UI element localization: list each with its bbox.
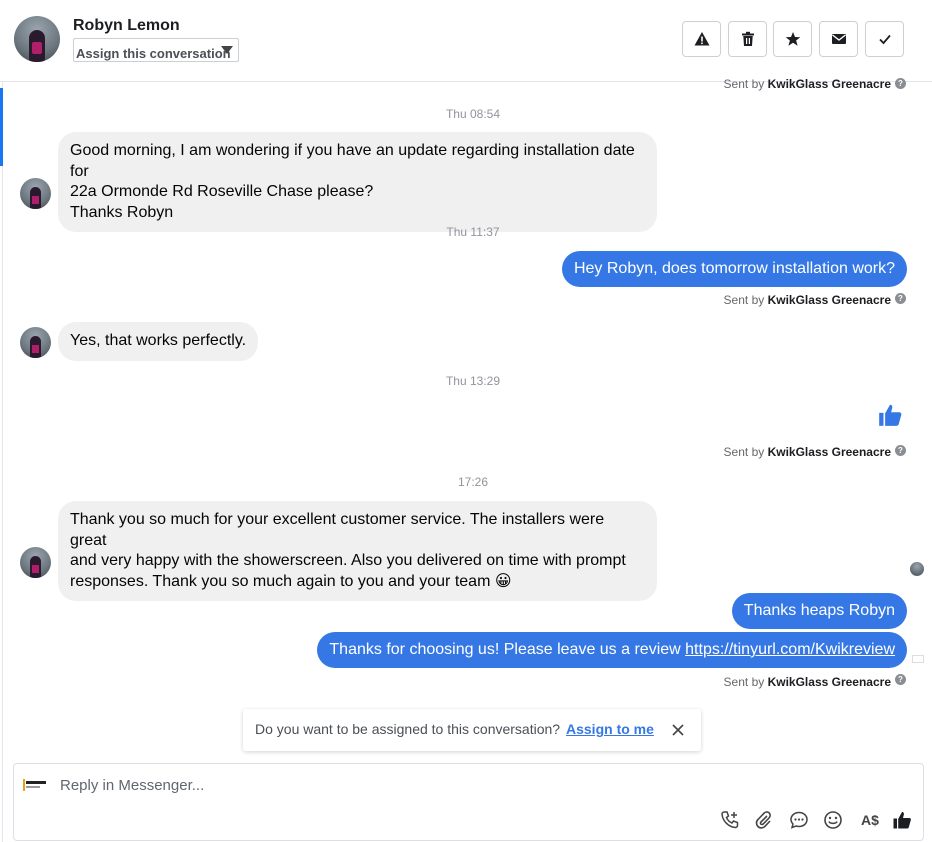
message-line: and very happy with the showerscreen. Al… xyxy=(70,552,626,569)
check-icon xyxy=(878,34,891,45)
help-icon[interactable]: ? xyxy=(895,445,906,456)
mark-unread-button[interactable] xyxy=(819,21,858,57)
message-timestamp: Thu 13:29 xyxy=(445,374,501,388)
sent-by-label: Sent by KwikGlass Greenacre xyxy=(723,77,891,91)
close-icon[interactable] xyxy=(671,723,685,737)
panel-divider xyxy=(2,82,3,842)
assign-to-me-link[interactable]: Assign to me xyxy=(566,721,654,737)
customer-avatar xyxy=(20,327,51,358)
sent-by-label: Sent by KwikGlass Greenacre xyxy=(723,293,891,307)
incoming-message: Thank you so much for your excellent cus… xyxy=(58,501,657,601)
send-like-button[interactable] xyxy=(891,809,913,831)
help-icon[interactable]: ? xyxy=(895,674,906,685)
contact-name[interactable]: Robyn Lemon xyxy=(73,17,180,35)
star-icon xyxy=(785,32,800,46)
help-icon[interactable]: ? xyxy=(895,293,906,304)
attachment-button[interactable] xyxy=(753,809,775,831)
payment-button[interactable]: A$ xyxy=(857,809,883,831)
assign-prompt: Do you want to be assigned to this conve… xyxy=(243,709,701,751)
outgoing-message: Thanks for choosing us! Please leave us … xyxy=(317,632,907,668)
outgoing-message: Hey Robyn, does tomorrow installation wo… xyxy=(561,251,907,287)
message-line: responses. Thank you so much again to yo… xyxy=(70,572,512,590)
emoji-icon xyxy=(824,811,842,829)
message-text: Thanks for choosing us! Please leave us … xyxy=(329,641,686,658)
assign-prompt-text: Do you want to be assigned to this conve… xyxy=(255,721,561,737)
business-read-receipt xyxy=(912,655,924,663)
star-button[interactable] xyxy=(773,21,812,57)
conversation-header: Robyn Lemon Assign this conversation xyxy=(0,0,932,82)
sent-by-label: Sent by KwikGlass Greenacre xyxy=(723,445,891,459)
assign-dropdown-label: Assign this conversation xyxy=(76,46,231,61)
outgoing-message: Thanks heaps Robyn xyxy=(731,593,907,629)
seen-by-avatar xyxy=(910,562,924,576)
thumbs-up-icon xyxy=(879,404,902,426)
saved-replies-button[interactable] xyxy=(788,809,810,831)
caret-down-icon xyxy=(221,46,233,54)
message-timestamp: 17:26 xyxy=(457,475,489,489)
incoming-message: Good morning, I am wondering if you have… xyxy=(58,132,657,232)
saved-reply-icon xyxy=(790,811,808,829)
warning-icon xyxy=(694,32,709,46)
scroll-position-indicator xyxy=(0,88,3,166)
message-line: Thank you so much for your excellent cus… xyxy=(70,511,605,549)
message-line: Good morning, I am wondering if you have… xyxy=(70,142,635,180)
incoming-message: Yes, that works perfectly. xyxy=(58,322,259,361)
emoji-button[interactable] xyxy=(822,809,844,831)
mark-done-button[interactable] xyxy=(865,21,904,57)
business-logo-icon xyxy=(23,779,46,791)
like-icon xyxy=(893,812,911,829)
envelope-icon xyxy=(831,34,846,44)
add-call-icon xyxy=(721,811,739,829)
trash-icon xyxy=(741,31,754,46)
assign-conversation-dropdown[interactable]: Assign this conversation xyxy=(73,38,239,62)
help-icon[interactable]: ? xyxy=(895,78,906,89)
currency-icon: A$ xyxy=(861,812,879,828)
message-timestamp: Thu 11:37 xyxy=(446,225,500,239)
customer-avatar xyxy=(20,178,51,209)
add-call-button[interactable] xyxy=(719,809,741,831)
customer-avatar xyxy=(20,547,51,578)
message-line: Thanks Robyn xyxy=(70,203,174,221)
review-link[interactable]: https://tinyurl.com/Kwikreview xyxy=(685,641,895,658)
sent-by-label: Sent by KwikGlass Greenacre xyxy=(723,675,891,689)
delete-button[interactable] xyxy=(728,21,767,57)
contact-avatar[interactable] xyxy=(14,16,60,62)
attachment-icon xyxy=(755,811,771,829)
report-spam-button[interactable] xyxy=(682,21,721,57)
reply-input[interactable]: Reply in Messenger... xyxy=(60,777,204,794)
message-composer: Reply in Messenger... A$ xyxy=(13,763,924,841)
message-timestamp: Thu 08:54 xyxy=(445,107,501,121)
message-line: 22a Ormonde Rd Roseville Chase please? xyxy=(70,183,374,200)
